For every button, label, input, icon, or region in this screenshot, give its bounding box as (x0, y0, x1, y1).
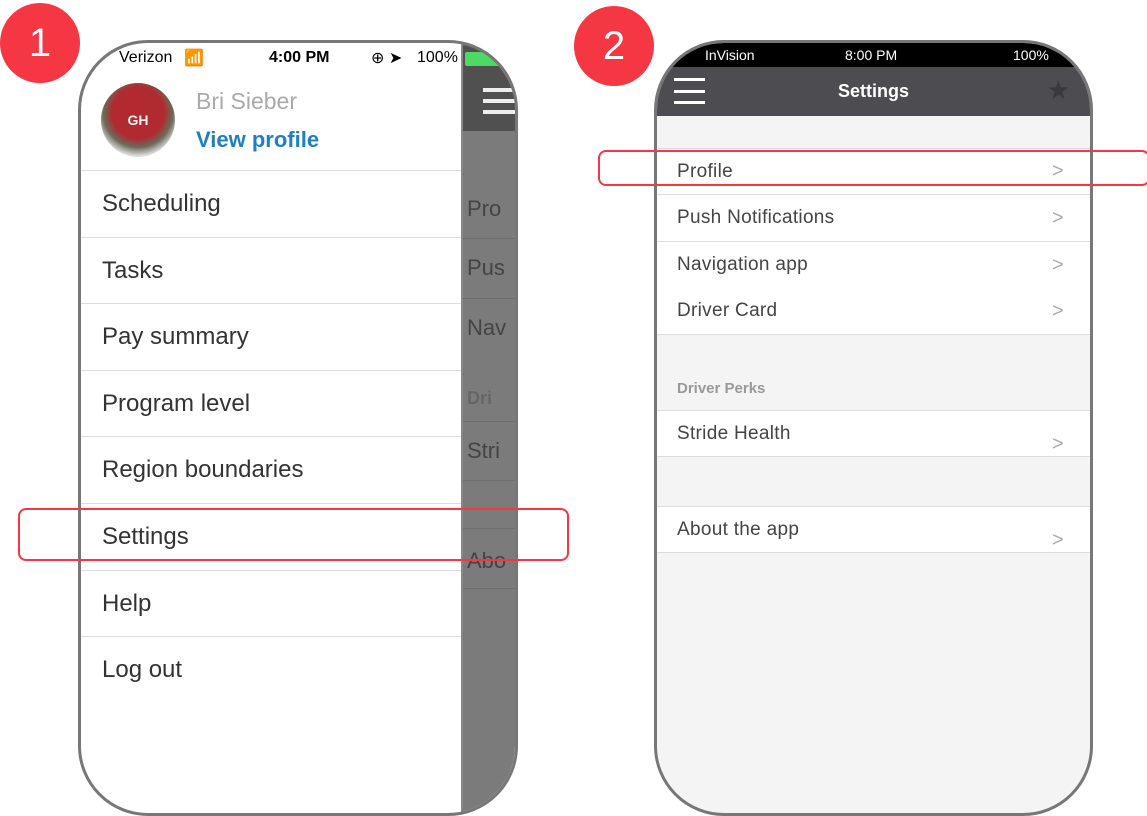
highlight-profile (598, 150, 1147, 186)
time: 8:00 PM (845, 47, 898, 63)
avatar-text: GH (127, 112, 149, 128)
menu-item-program-level[interactable]: Program level (81, 370, 461, 437)
chevron-right-icon: > (1052, 253, 1064, 276)
status-bar: InVision 8:00 PM 100% (657, 43, 1090, 67)
menu-item-scheduling[interactable]: Scheduling (81, 170, 461, 237)
settings-item-about[interactable]: About the app > (657, 506, 1090, 553)
chevron-right-icon: > (1052, 299, 1064, 322)
wifi-icon: 📶 (184, 50, 204, 67)
user-name: Bri Sieber (196, 88, 297, 114)
app-header: Settings ★ (657, 67, 1090, 116)
step-badge-1: 1 (0, 3, 80, 83)
dimmed-text: Pro (467, 196, 502, 221)
step-badge-2: 2 (574, 6, 654, 86)
dimmed-text: Stri (467, 438, 500, 463)
chevron-right-icon: > (1052, 433, 1064, 455)
carrier: InVision (705, 47, 755, 63)
settings-item-push-notifications[interactable]: Push Notifications > (657, 195, 1090, 242)
menu-item-region-boundaries[interactable]: Region boundaries (81, 436, 461, 503)
menu-item-help[interactable]: Help (81, 570, 461, 637)
status-bar: Verizon 📶 4:00 PM ⊕ ➤ 100% (81, 43, 515, 73)
chevron-right-icon: > (1052, 206, 1064, 229)
view-profile-link[interactable]: View profile (196, 127, 319, 153)
menu-item-log-out[interactable]: Log out (81, 636, 461, 703)
settings-item-driver-card[interactable]: Driver Card > (657, 288, 1090, 335)
time: 4:00 PM (269, 49, 330, 66)
carrier: Verizon (119, 49, 173, 66)
highlight-settings (18, 508, 569, 561)
dimmed-settings-screen[interactable]: Pro Pus Nav Dri Stri Abo (461, 43, 515, 813)
star-hand-icon[interactable]: ★ (1047, 75, 1070, 106)
chevron-right-icon: > (1052, 529, 1064, 551)
section-driver-perks: Driver Perks (677, 380, 766, 397)
hamburger-icon (483, 88, 515, 114)
settings-item-navigation-app[interactable]: Navigation app > (657, 242, 1090, 289)
dimmed-text: Nav (467, 315, 507, 340)
phone-menu-screen: Verizon 📶 4:00 PM ⊕ ➤ 100% GH Bri Sieber… (78, 40, 518, 816)
location-icon: ⊕ ➤ (371, 50, 403, 67)
menu-item-pay-summary[interactable]: Pay summary (81, 303, 461, 370)
avatar[interactable]: GH (101, 83, 175, 157)
menu-item-tasks[interactable]: Tasks (81, 237, 461, 304)
battery-icon (465, 52, 505, 66)
battery: 100% (417, 49, 458, 66)
battery: 100% (1013, 47, 1049, 63)
dimmed-text: Dri (467, 388, 493, 408)
page-title: Settings (837, 81, 909, 101)
dimmed-text: Pus (467, 255, 505, 280)
settings-item-stride-health[interactable]: Stride Health > (657, 410, 1090, 457)
